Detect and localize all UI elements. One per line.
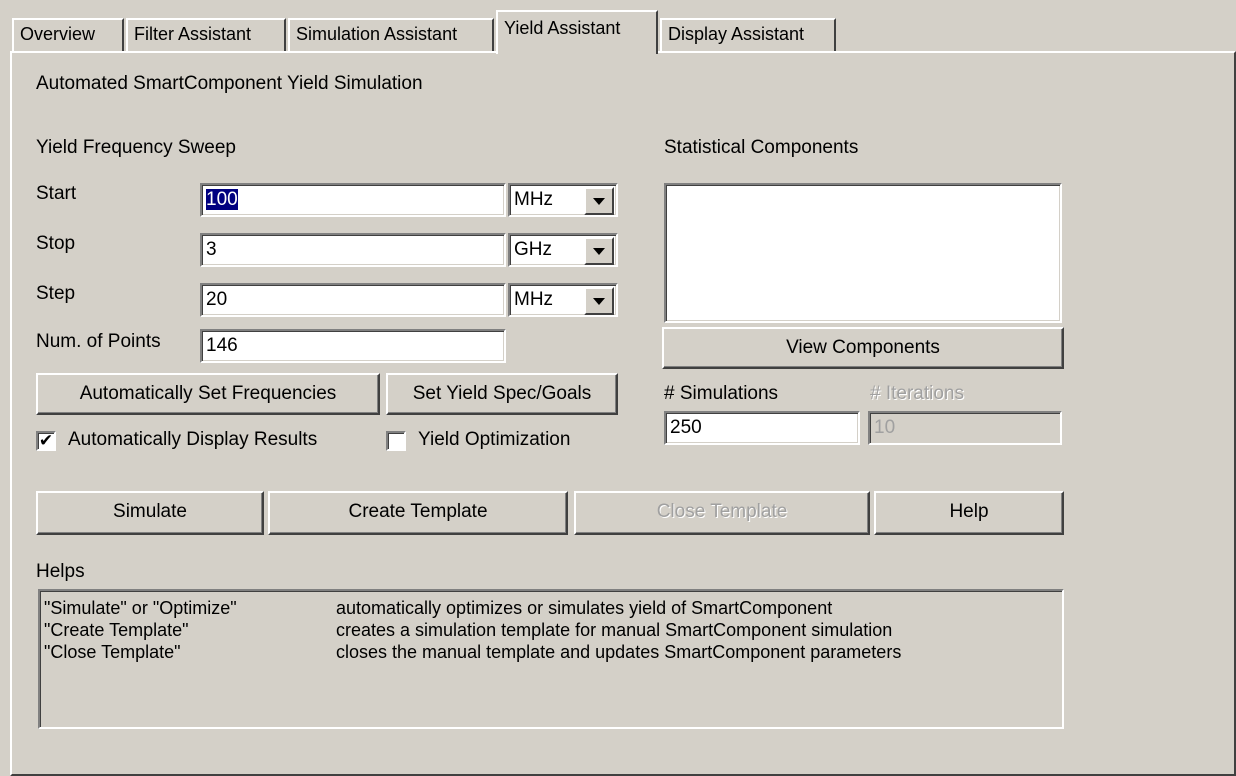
yield-assistant-window: Overview Filter Assistant Simulation Ass… (0, 0, 1236, 776)
help-row: "Close Template" closes the manual templ… (40, 641, 1062, 663)
stop-unit-select[interactable]: GHz (508, 233, 618, 267)
auto-set-frequencies-button[interactable]: Automatically Set Frequencies (36, 373, 380, 415)
tab-overview[interactable]: Overview (12, 18, 124, 52)
help-description: creates a simulation template for manual… (336, 620, 893, 640)
help-key: "Close Template" (44, 642, 181, 662)
points-value: 146 (206, 335, 238, 356)
page-title: Automated SmartComponent Yield Simulatio… (36, 73, 423, 94)
checkmark-icon: ✔ (38, 431, 54, 450)
statistical-components-list[interactable] (664, 183, 1062, 323)
help-description: closes the manual template and updates S… (336, 642, 902, 662)
help-row: "Simulate" or "Optimize" automatically o… (40, 597, 1062, 619)
iterations-label: # Iterations (870, 383, 964, 404)
stop-value: 3 (206, 239, 217, 260)
simulations-label: # Simulations (664, 383, 779, 404)
yield-optimization-checkbox[interactable] (386, 431, 406, 451)
tab-panel: Automated SmartComponent Yield Simulatio… (10, 51, 1236, 776)
auto-display-label: Automatically Display Results (68, 429, 318, 450)
tab-simulation-assistant[interactable]: Simulation Assistant (288, 18, 494, 52)
step-input[interactable]: 20 (200, 283, 506, 317)
yield-optimization-label: Yield Optimization (418, 429, 571, 450)
iterations-value: 10 (874, 417, 896, 438)
stop-input[interactable]: 3 (200, 233, 506, 267)
help-row: "Create Template" creates a simulation t… (40, 619, 1062, 641)
simulations-value: 250 (670, 417, 702, 438)
help-button[interactable]: Help (874, 491, 1064, 535)
start-unit-value: MHz (514, 189, 554, 210)
start-label: Start (36, 183, 77, 204)
create-template-button[interactable]: Create Template (268, 491, 568, 535)
simulations-input[interactable]: 250 (664, 411, 860, 445)
help-key: "Create Template" (44, 620, 189, 640)
statistical-components-heading: Statistical Components (664, 137, 859, 158)
start-unit-select[interactable]: MHz (508, 183, 618, 217)
stop-label: Stop (36, 233, 76, 254)
sweep-heading: Yield Frequency Sweep (36, 137, 236, 158)
auto-display-checkbox[interactable]: ✔ (36, 431, 56, 451)
step-value: 20 (206, 289, 228, 310)
iterations-input[interactable]: 10 (868, 411, 1062, 445)
points-input[interactable]: 146 (200, 329, 506, 363)
step-unit-select[interactable]: MHz (508, 283, 618, 317)
tab-yield-assistant[interactable]: Yield Assistant (496, 10, 658, 54)
stop-unit-value: GHz (514, 239, 552, 260)
points-label: Num. of Points (36, 331, 161, 352)
start-value: 100 (206, 189, 238, 210)
close-template-button[interactable]: Close Template (574, 491, 870, 535)
step-unit-value: MHz (514, 289, 554, 310)
helps-label: Helps (36, 561, 85, 582)
dropdown-arrow-icon[interactable] (584, 287, 614, 315)
dropdown-arrow-icon[interactable] (584, 187, 614, 215)
tab-display-assistant[interactable]: Display Assistant (660, 18, 836, 52)
view-components-button[interactable]: View Components (662, 327, 1064, 369)
help-key: "Simulate" or "Optimize" (44, 598, 237, 618)
start-input[interactable]: 100 (200, 183, 506, 217)
step-label: Step (36, 283, 76, 304)
dropdown-arrow-icon[interactable] (584, 237, 614, 265)
simulate-button[interactable]: Simulate (36, 491, 264, 535)
set-yield-spec-button[interactable]: Set Yield Spec/Goals (386, 373, 618, 415)
tab-filter-assistant[interactable]: Filter Assistant (126, 18, 286, 52)
helps-box: "Simulate" or "Optimize" automatically o… (38, 589, 1064, 729)
help-description: automatically optimizes or simulates yie… (336, 598, 833, 618)
